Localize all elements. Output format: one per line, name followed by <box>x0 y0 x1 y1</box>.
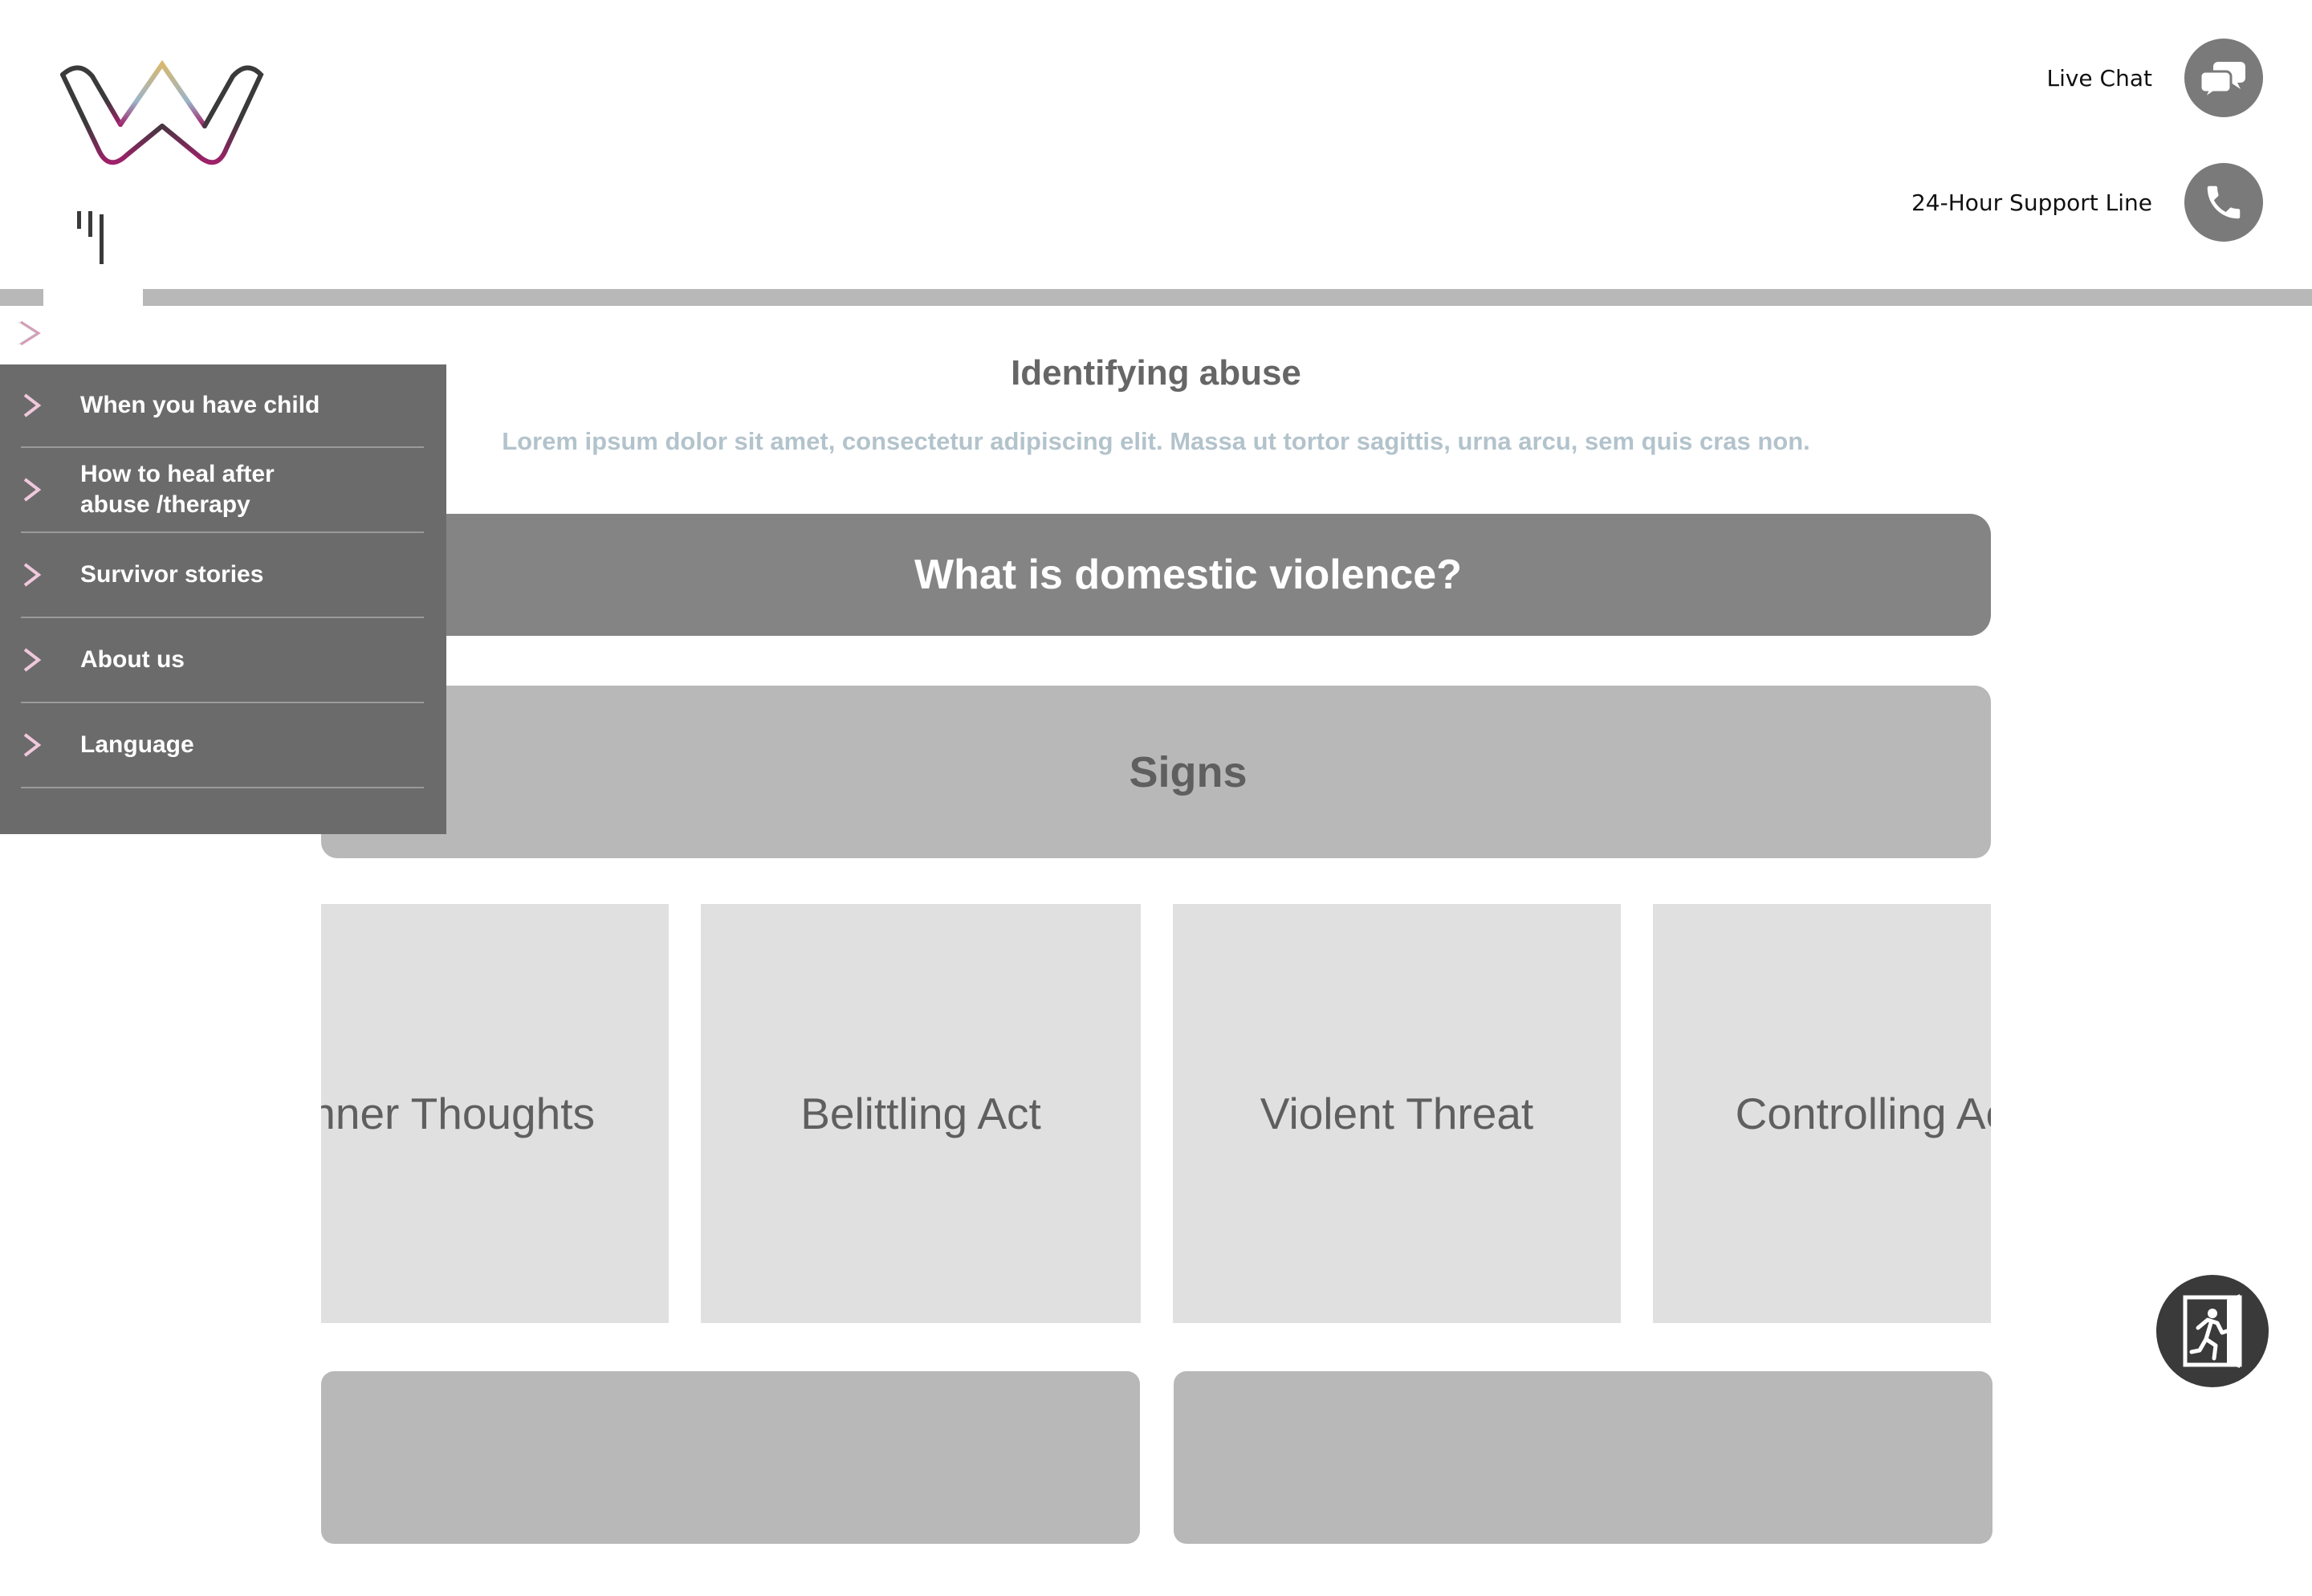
sign-card-label: Controlling Act <box>1735 1089 1991 1138</box>
menu-item-label: About us <box>80 646 185 673</box>
menu-item-label: Language <box>80 731 194 758</box>
chevron-right-icon <box>23 393 42 417</box>
header-divider-right <box>143 289 2312 306</box>
header-divider-left <box>0 289 43 306</box>
signs-banner[interactable]: Signs <box>321 686 1991 858</box>
menu-item-label: When you have child <box>80 392 320 418</box>
live-chat-label: Live Chat <box>2046 64 2152 92</box>
live-chat-button[interactable] <box>2184 39 2263 117</box>
menu-item-language[interactable]: Language <box>21 703 424 788</box>
sign-card-inner-thoughts[interactable]: Inner Thoughts <box>321 904 669 1323</box>
page-title: Identifying abuse <box>1011 353 1301 393</box>
chat-bubbles-icon <box>2200 62 2245 99</box>
sign-card-belittling-act[interactable]: Belittling Act <box>701 904 1141 1323</box>
sign-card-label: Belittling Act <box>800 1089 1041 1138</box>
chevron-right-icon <box>23 733 42 757</box>
menu-item-survivor-stories[interactable]: Survivor stories <box>21 533 424 618</box>
page-description: Lorem ipsum dolor sit amet, consectetur … <box>502 427 1810 455</box>
domestic-violence-banner-label: What is domestic violence? <box>914 552 1462 598</box>
w-logo-icon <box>60 59 264 264</box>
chevron-right-icon <box>23 648 42 672</box>
chevron-right-icon <box>23 478 42 502</box>
support-line-button[interactable] <box>2184 163 2263 242</box>
sign-card-controlling-act[interactable]: Controlling Act <box>1653 904 1991 1323</box>
signs-carousel[interactable]: Inner Thoughts Belittling Act Violent Th… <box>321 904 1991 1323</box>
menu-item-label: How to heal after abuse /therapy <box>80 461 275 518</box>
content-panel-right[interactable] <box>1174 1371 1992 1544</box>
domestic-violence-banner[interactable]: What is domestic violence? <box>321 514 1991 636</box>
sign-card-label: Inner Thoughts <box>321 1089 595 1138</box>
chevron-right-icon <box>23 563 42 587</box>
exit-running-icon <box>2183 1294 2242 1368</box>
menu-item-how-to-heal[interactable]: How to heal after abuse /therapy <box>21 448 424 533</box>
support-line[interactable]: 24-Hour Support Line <box>1911 163 2263 242</box>
side-menu: When you have child How to heal after ab… <box>0 364 446 834</box>
phone-icon <box>2207 185 2241 219</box>
chevron-right-icon <box>18 320 41 346</box>
content-panel-left[interactable] <box>321 1371 1140 1544</box>
site-logo[interactable] <box>56 59 269 269</box>
sign-card-violent-threat[interactable]: Violent Threat <box>1173 904 1621 1323</box>
support-line-label: 24-Hour Support Line <box>1911 189 2152 216</box>
menu-item-when-you-have-child[interactable]: When you have child <box>21 364 424 448</box>
menu-item-label: Survivor stories <box>80 561 264 588</box>
menu-item-about-us[interactable]: About us <box>21 618 424 703</box>
live-chat[interactable]: Live Chat <box>2046 39 2263 117</box>
sign-card-label: Violent Threat <box>1260 1089 1534 1138</box>
menu-toggle-button[interactable] <box>18 320 43 347</box>
quick-exit-button[interactable] <box>2156 1275 2269 1387</box>
signs-banner-label: Signs <box>1129 747 1248 796</box>
